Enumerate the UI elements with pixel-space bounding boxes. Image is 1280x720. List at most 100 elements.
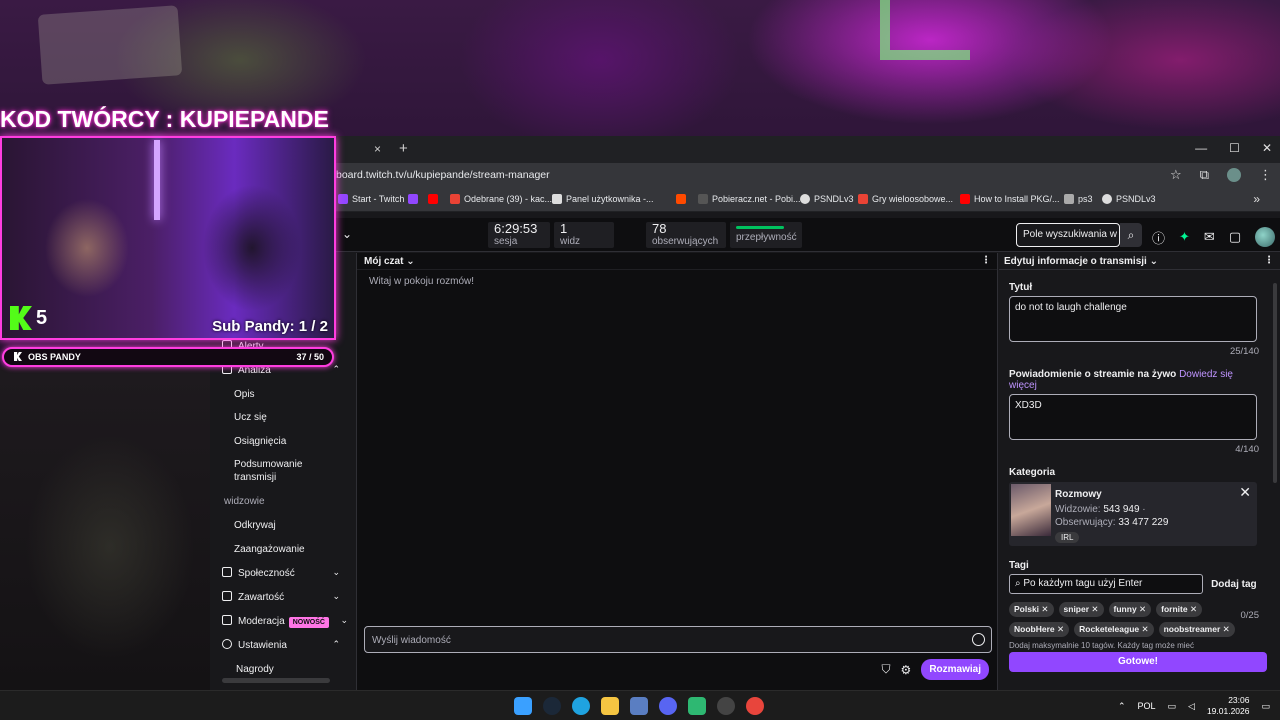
bookmarks-more-icon[interactable]: »: [1253, 192, 1260, 206]
remove-category-button[interactable]: ✕: [1239, 484, 1251, 501]
sidebar-sub-learn[interactable]: Ucz się: [234, 411, 267, 424]
network-icon[interactable]: ▭: [1168, 701, 1177, 712]
discord-icon[interactable]: [659, 697, 677, 715]
sidebar-item-label: Zawartość: [238, 592, 285, 603]
notification-field[interactable]: XD3D: [1009, 394, 1257, 440]
sidebar-sub-stream-summary[interactable]: Podsumowanie transmisji: [234, 458, 324, 484]
sidebar-item-settings[interactable]: Ustawienia ⌃: [210, 639, 350, 651]
chrome-icon[interactable]: [746, 697, 764, 715]
close-window-button[interactable]: ✕: [1262, 141, 1272, 155]
obs-icon[interactable]: [717, 697, 735, 715]
bookmark-label: Panel użytkownika -...: [566, 194, 654, 204]
pobieracz-icon: [698, 194, 708, 204]
explorer-icon[interactable]: [601, 697, 619, 715]
tag-chip[interactable]: Rocketeleague ✕: [1074, 622, 1154, 637]
tag-chip[interactable]: NoobHere ✕: [1009, 622, 1070, 637]
bookmark-item[interactable]: Odebrane (39) - kac...: [450, 194, 552, 204]
chat-panel: Mój czat ⌄ ⋮ Witaj w pokoju rozmów! Wyśl…: [356, 253, 998, 690]
tag-chip[interactable]: sniper ✕: [1058, 602, 1104, 617]
bookmark-item[interactable]: PSNDLv3: [800, 194, 854, 204]
tag-chip[interactable]: Polski ✕: [1009, 602, 1054, 617]
more-options-icon[interactable]: ⋮: [981, 255, 991, 266]
sidebar-item-content[interactable]: Zawartość ⌄: [210, 591, 350, 603]
chat-message-input[interactable]: Wyślij wiadomość: [364, 626, 992, 653]
done-button[interactable]: Gotowe!: [1009, 652, 1267, 672]
stream-info-header[interactable]: Edytuj informacje o transmisji ⌄ ⋮: [999, 253, 1280, 270]
tag-search-input[interactable]: ⌕ Po każdym tagu użyj Enter: [1009, 574, 1203, 594]
category-viewers-value: 543 949: [1103, 504, 1140, 515]
chat-header[interactable]: Mój czat ⌄ ⋮: [357, 253, 997, 270]
emoji-icon[interactable]: [972, 633, 985, 646]
whispers-icon[interactable]: ▢: [1229, 229, 1241, 245]
sidebar-sub-engagement[interactable]: Zaangażowanie: [234, 543, 305, 556]
add-tag-button[interactable]: Dodaj tag: [1211, 579, 1257, 590]
maximize-button[interactable]: ☐: [1229, 141, 1240, 155]
viewers-count: 1: [560, 221, 568, 236]
sidebar-sub-rewards[interactable]: Nagrody: [236, 663, 274, 676]
bookmark-label: Start - Twitch: [352, 194, 405, 204]
sidebar-sub-overview[interactable]: Opis: [234, 388, 255, 401]
sparkle-icon[interactable]: ✦: [1179, 229, 1190, 245]
app-green-icon[interactable]: [688, 697, 706, 715]
help-icon[interactable]: ⓘ: [1152, 228, 1165, 247]
bookmark-item[interactable]: How to Install PKG/...: [960, 194, 1060, 204]
bookmark-item[interactable]: [428, 194, 438, 204]
bookmark-item[interactable]: Panel użytkownika -...: [552, 194, 654, 204]
stream-info-panel: Edytuj informacje o transmisji ⌄ ⋮ Tytuł…: [999, 253, 1280, 690]
link-icon: [552, 194, 562, 204]
more-options-icon[interactable]: ⋮: [1264, 255, 1274, 266]
tag-chip[interactable]: noobstreamer ✕: [1158, 622, 1235, 637]
search-icon[interactable]: ⌕: [1120, 223, 1142, 247]
windows-start-icon[interactable]: [514, 697, 532, 715]
url-field[interactable]: board.twitch.tv/u/kupiepande/stream-mana…: [336, 169, 550, 181]
category-card[interactable]: Rozmowy Widzowie: 543 949 · Obserwujący:…: [1009, 482, 1257, 546]
notifications-icon[interactable]: ▭: [1261, 701, 1270, 712]
tag-chip[interactable]: funny ✕: [1108, 602, 1152, 617]
bookmark-item[interactable]: ps3: [1064, 194, 1093, 204]
panel-scrollbar[interactable]: [1273, 283, 1277, 483]
shield-icon[interactable]: ⛉: [882, 662, 891, 677]
creator-code-overlay: KOD TWÓRCY : KUPIEPANDE: [0, 106, 329, 132]
clock-time: 23:06: [1228, 695, 1250, 705]
profile-icon[interactable]: [1227, 168, 1241, 182]
clock[interactable]: 23:06 19.01.2026: [1207, 695, 1250, 717]
sidebar-horizontal-scrollbar[interactable]: [222, 678, 330, 683]
browser-menu-icon[interactable]: ⋮: [1259, 167, 1272, 183]
tags-hint: Dodaj maksymalnie 10 tagów. Każdy tag mo…: [1009, 641, 1194, 650]
new-tab-button[interactable]: +: [399, 140, 408, 157]
chat-send-button[interactable]: Rozmawiaj: [921, 659, 989, 680]
bookmark-item[interactable]: Start - Twitch: [338, 194, 404, 204]
steam-icon[interactable]: [543, 697, 561, 715]
globe-icon: [800, 194, 810, 204]
avatar[interactable]: [1255, 227, 1276, 247]
sidebar-sub-achievements[interactable]: Osiągnięcia: [234, 435, 286, 448]
tag-input-placeholder: Po każdym tagu użyj Enter: [1023, 578, 1143, 589]
bookmark-item[interactable]: Pobieracz.net - Pobi...: [698, 194, 801, 204]
search-input[interactable]: Pole wyszukiwania w: [1016, 223, 1120, 247]
tag-chip[interactable]: fornite ✕: [1156, 602, 1203, 617]
bookmark-item[interactable]: [676, 194, 686, 204]
bookmark-item[interactable]: [408, 194, 418, 204]
title-char-count: 25/140: [1229, 346, 1259, 357]
extensions-icon[interactable]: ⧉: [1200, 167, 1209, 183]
bookmark-item[interactable]: Gry wieloosobowe...: [858, 194, 953, 204]
bookmark-star-icon[interactable]: ☆: [1170, 167, 1182, 183]
sidebar-item-moderation[interactable]: Moderacja NOWOŚĆ ⌄: [210, 615, 350, 628]
gear-icon[interactable]: ⚙: [901, 663, 912, 677]
inbox-icon[interactable]: ✉: [1204, 229, 1215, 245]
chevron-down-icon: ⌄: [332, 591, 340, 601]
title-field[interactable]: do not to laugh challenge: [1009, 296, 1257, 342]
app-tiles-icon[interactable]: [630, 697, 648, 715]
lang-indicator[interactable]: POL: [1137, 701, 1155, 711]
chevron-up-icon[interactable]: ⌃: [1118, 701, 1126, 712]
chevron-down-icon: ⌄: [1149, 256, 1158, 267]
sidebar-item-community[interactable]: Społeczność ⌄: [210, 567, 350, 579]
chevron-down-icon[interactable]: ⌄: [342, 227, 352, 241]
minimize-button[interactable]: —: [1195, 141, 1207, 155]
edge-icon[interactable]: [572, 697, 590, 715]
title-label: Tytuł: [1009, 282, 1033, 293]
bookmark-item[interactable]: PSNDLv3: [1102, 194, 1156, 204]
volume-icon[interactable]: ◁: [1188, 701, 1195, 712]
tab-close-icon[interactable]: ×: [374, 142, 381, 156]
sidebar-sub-discover[interactable]: Odkrywaj: [234, 519, 276, 532]
